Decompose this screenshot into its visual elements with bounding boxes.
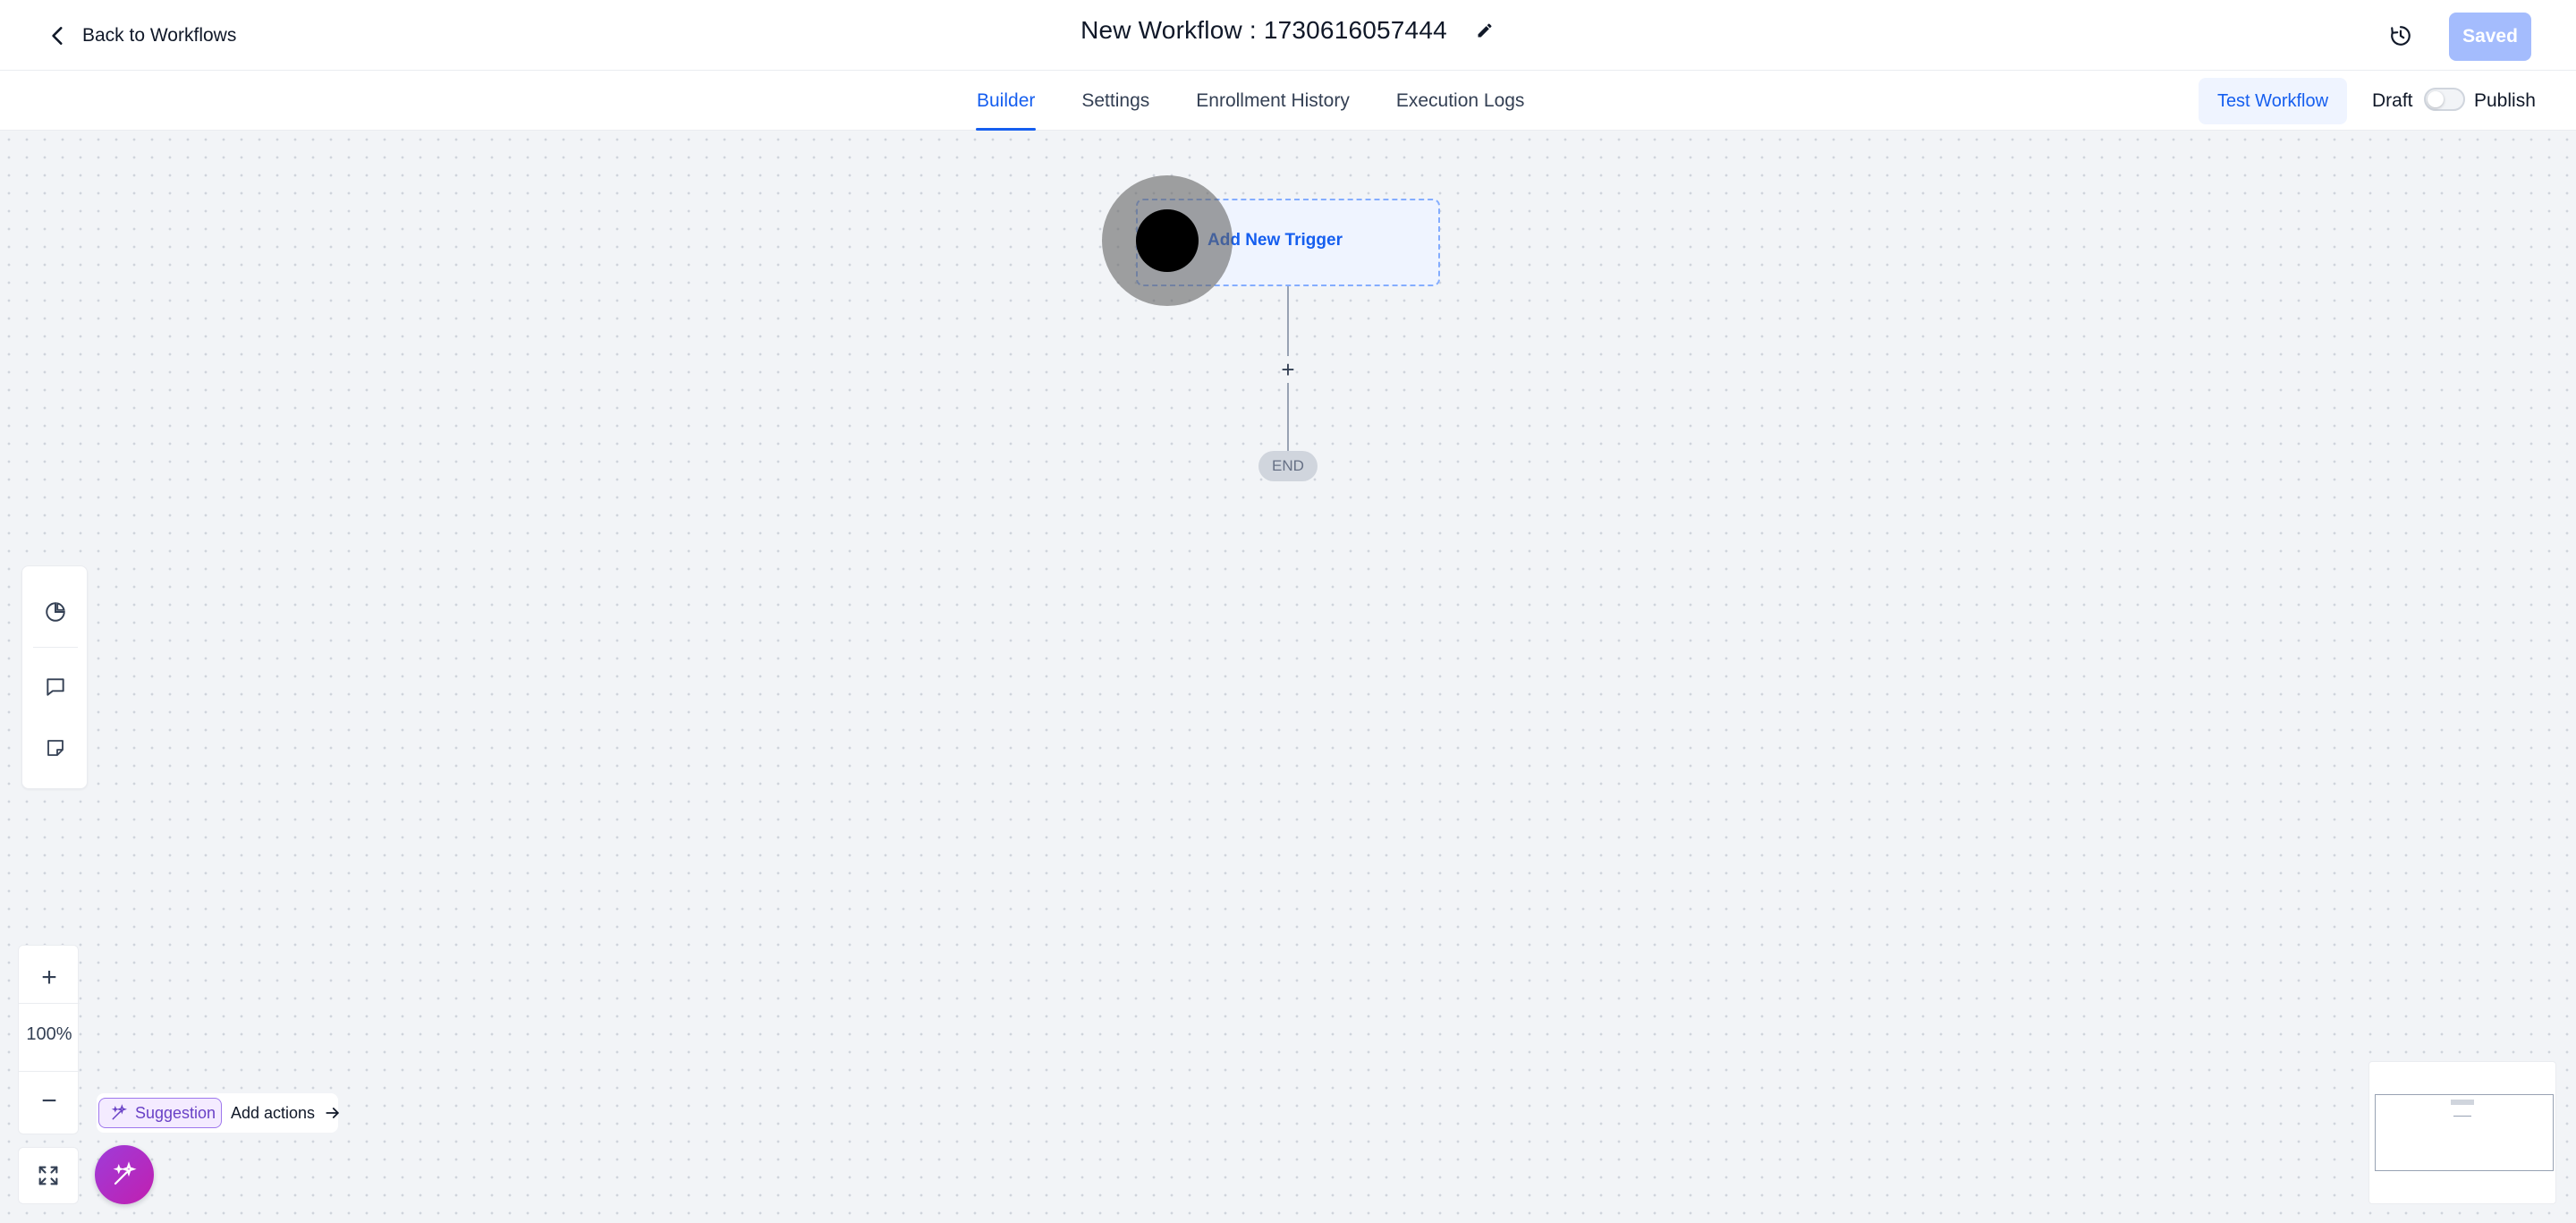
draft-label: Draft bbox=[2372, 90, 2413, 111]
tab-settings[interactable]: Settings bbox=[1080, 71, 1150, 131]
pencil-icon[interactable] bbox=[1474, 20, 1496, 41]
publish-toggle[interactable] bbox=[2424, 88, 2465, 111]
zoom-out-button[interactable]: − bbox=[19, 1082, 80, 1121]
zoom-divider bbox=[19, 1003, 80, 1004]
zoom-controls: + 100% − bbox=[18, 945, 80, 1134]
add-step-button[interactable]: + bbox=[1275, 356, 1301, 383]
end-node: END bbox=[1258, 451, 1318, 481]
arrow-right-icon bbox=[326, 1108, 339, 1118]
minimap-node bbox=[2451, 1100, 2474, 1105]
workflow-title: New Workflow : 1730616057444 bbox=[1080, 16, 1447, 44]
minimap-viewport[interactable] bbox=[2375, 1094, 2554, 1171]
zoom-level: 100% bbox=[26, 1024, 72, 1044]
add-actions-label: Add actions bbox=[231, 1103, 316, 1122]
suggestion-label: Suggestion bbox=[135, 1103, 216, 1122]
add-actions-link[interactable]: Add actions bbox=[231, 1101, 342, 1125]
fit-view-button[interactable] bbox=[18, 1147, 79, 1204]
comment-icon[interactable] bbox=[42, 674, 69, 701]
sparkle-icon bbox=[113, 1161, 137, 1185]
suggestion-pill[interactable]: Suggestion bbox=[98, 1098, 222, 1128]
canvas-tool-panel bbox=[21, 565, 88, 789]
builder-tabs: Builder Settings Enrollment History Exec… bbox=[976, 71, 1525, 131]
tab-enrollment-history[interactable]: Enrollment History bbox=[1195, 71, 1351, 131]
minimap-line bbox=[2453, 1116, 2471, 1117]
title-area: New Workflow : 1730616057444 bbox=[0, 16, 2576, 45]
canvas-minimap[interactable] bbox=[2368, 1061, 2556, 1204]
test-workflow-button[interactable]: Test Workflow bbox=[2199, 78, 2347, 124]
tab-bar: Builder Settings Enrollment History Exec… bbox=[0, 71, 2576, 131]
connector-line bbox=[1287, 383, 1289, 451]
expand-icon bbox=[38, 1166, 58, 1185]
saved-button[interactable]: Saved bbox=[2449, 13, 2531, 61]
top-header: Back to Workflows New Workflow : 1730616… bbox=[0, 0, 2576, 71]
sparkle-icon bbox=[111, 1104, 128, 1120]
connector-line bbox=[1287, 286, 1289, 356]
tool-divider bbox=[33, 647, 78, 648]
cursor-dot bbox=[1136, 209, 1199, 272]
zoom-in-button[interactable]: + bbox=[19, 958, 80, 998]
publish-label: Publish bbox=[2474, 90, 2536, 111]
tab-execution-logs[interactable]: Execution Logs bbox=[1395, 71, 1526, 131]
zoom-divider bbox=[19, 1071, 80, 1072]
tab-builder[interactable]: Builder bbox=[976, 71, 1037, 131]
sticky-note-icon[interactable] bbox=[42, 735, 69, 761]
ai-assistant-button[interactable] bbox=[95, 1145, 154, 1204]
clock-history-icon[interactable] bbox=[2386, 21, 2415, 50]
pie-chart-icon[interactable] bbox=[42, 599, 69, 625]
